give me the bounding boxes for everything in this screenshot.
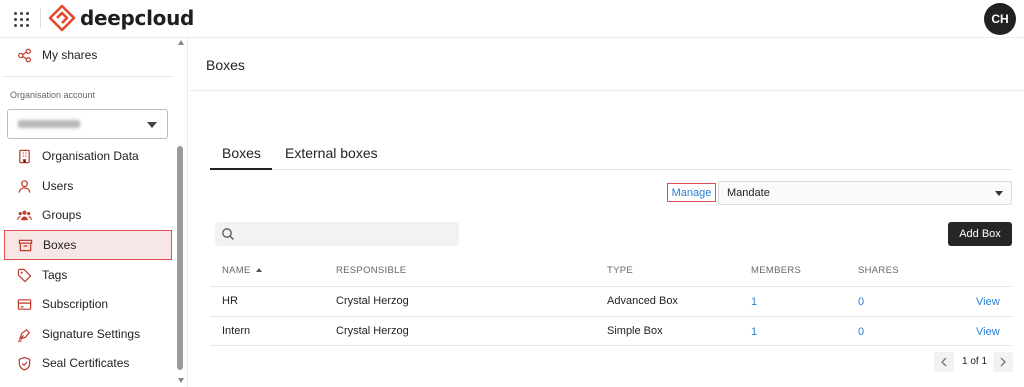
sidebar-item-label: Groups <box>42 208 82 222</box>
sidebar: My shares Organisation account Organisat… <box>0 38 188 387</box>
tab-boxes[interactable]: Boxes <box>222 145 261 161</box>
sidebar-item-subscription[interactable]: Subscription <box>4 289 172 319</box>
shield-check-icon <box>16 355 32 371</box>
column-header-members: MEMBERS <box>751 265 802 276</box>
sidebar-item-label: Organisation Data <box>42 149 139 163</box>
table-divider <box>210 345 1012 346</box>
cell-responsible: Crystal Herzog <box>336 325 409 337</box>
column-header-responsible: RESPONSIBLE <box>336 265 407 276</box>
credit-card-icon <box>16 296 32 312</box>
sidebar-item-label: Signature Settings <box>42 327 141 341</box>
sidebar-item-label: Boxes <box>43 238 77 252</box>
top-bar-divider <box>40 8 41 28</box>
archive-box-icon <box>17 237 33 253</box>
view-link[interactable]: View <box>976 326 1000 338</box>
tag-icon <box>16 267 32 283</box>
user-avatar[interactable]: CH <box>984 3 1016 35</box>
deepcloud-logo-icon <box>48 4 76 32</box>
search-input[interactable] <box>239 225 453 243</box>
chevron-down-icon <box>995 191 1003 196</box>
pagination-text: 1 of 1 <box>962 356 988 367</box>
cell-shares-link[interactable]: 0 <box>858 296 864 308</box>
next-page-button[interactable] <box>993 352 1013 372</box>
cell-type: Simple Box <box>607 325 663 337</box>
sidebar-item-groups[interactable]: Groups <box>4 200 172 230</box>
tab-external-boxes[interactable]: External boxes <box>285 145 378 161</box>
logo-text: deepcloud <box>80 6 195 30</box>
chevron-left-icon <box>941 357 947 367</box>
org-account-select[interactable] <box>7 109 168 139</box>
mandate-select[interactable]: Mandate <box>718 181 1012 205</box>
scroll-up-icon[interactable] <box>178 40 184 45</box>
sidebar-item-label: Subscription <box>42 297 109 311</box>
org-name-redacted <box>18 120 80 128</box>
top-bar: deepcloud CH <box>0 0 1024 38</box>
page-title: Boxes <box>206 57 245 73</box>
column-header-type: TYPE <box>607 265 634 276</box>
add-box-button[interactable]: Add Box <box>948 222 1012 246</box>
prev-page-button[interactable] <box>934 352 954 372</box>
sidebar-item-label: My shares <box>42 48 98 62</box>
building-icon <box>16 148 32 164</box>
deepcloud-logo[interactable]: deepcloud <box>48 4 194 32</box>
tab-bar: Boxes External boxes <box>210 140 1012 170</box>
cell-members-link[interactable]: 1 <box>751 296 757 308</box>
sidebar-item-organisation-data[interactable]: Organisation Data <box>4 141 172 171</box>
cell-name: Intern <box>222 325 251 337</box>
sidebar-divider <box>4 76 172 77</box>
table-divider <box>210 316 1012 317</box>
sidebar-item-signature-settings[interactable]: Signature Settings <box>4 319 172 349</box>
title-divider <box>189 90 1024 91</box>
sidebar-item-boxes[interactable]: Boxes <box>4 230 172 260</box>
column-header-name[interactable]: NAME <box>222 265 262 276</box>
cell-members-link[interactable]: 1 <box>751 326 757 338</box>
sort-ascending-icon <box>255 268 262 272</box>
cell-type: Advanced Box <box>607 295 678 307</box>
share-icon <box>16 47 32 63</box>
search-box <box>215 222 459 246</box>
cell-name: HR <box>222 295 238 307</box>
view-link[interactable]: View <box>976 296 1000 308</box>
column-header-label: NAME <box>222 265 251 276</box>
chevron-down-icon <box>147 122 157 128</box>
sidebar-item-label: Users <box>42 179 74 193</box>
sidebar-item-seal-certificates[interactable]: Seal Certificates <box>4 348 172 378</box>
sidebar-scrollbar[interactable] <box>176 38 186 387</box>
active-tab-indicator <box>210 168 272 170</box>
pen-nib-icon <box>16 326 32 342</box>
app-grid-icon[interactable] <box>12 10 30 28</box>
sidebar-item-my-shares[interactable]: My shares <box>4 40 172 70</box>
scroll-down-icon[interactable] <box>178 378 184 383</box>
user-icon <box>16 178 32 194</box>
scrollbar-thumb[interactable] <box>177 146 183 370</box>
users-icon <box>16 207 32 223</box>
search-icon <box>222 228 234 240</box>
sidebar-item-users[interactable]: Users <box>4 171 172 201</box>
cell-responsible: Crystal Herzog <box>336 295 409 307</box>
sidebar-item-label: Tags <box>42 268 68 282</box>
column-header-shares: SHARES <box>858 265 899 276</box>
sidebar-item-label: Seal Certificates <box>42 356 130 370</box>
org-account-label: Organisation account <box>10 90 96 100</box>
sidebar-item-tags[interactable]: Tags <box>4 260 172 290</box>
cell-shares-link[interactable]: 0 <box>858 326 864 338</box>
chevron-right-icon <box>1000 357 1006 367</box>
manage-link[interactable]: Manage <box>667 183 716 202</box>
mandate-select-value: Mandate <box>727 187 770 199</box>
table-divider <box>210 286 1012 287</box>
